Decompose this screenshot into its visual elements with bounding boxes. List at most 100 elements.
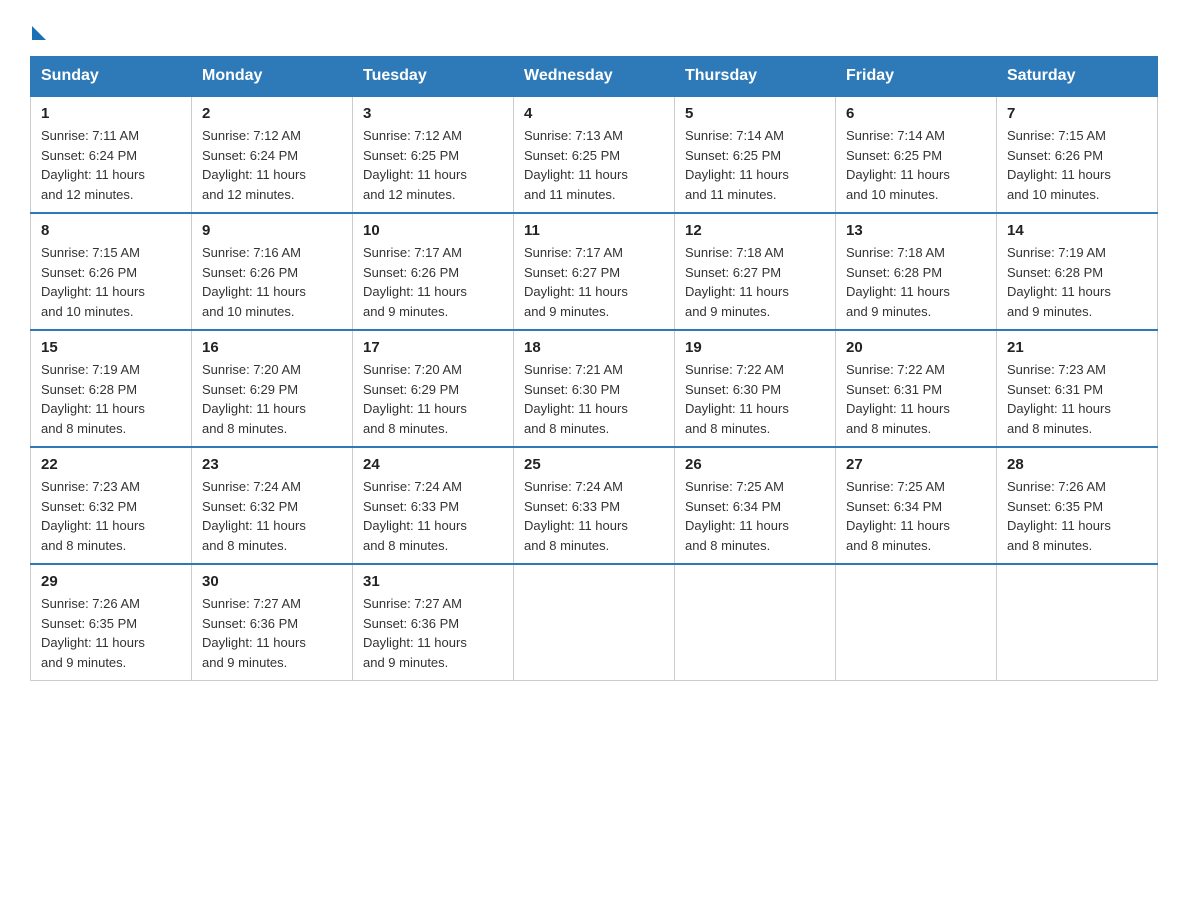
day-info: Sunrise: 7:20 AMSunset: 6:29 PMDaylight:… bbox=[363, 362, 467, 436]
day-cell: 14 Sunrise: 7:19 AMSunset: 6:28 PMDaylig… bbox=[997, 213, 1158, 330]
day-number: 31 bbox=[363, 573, 503, 590]
logo bbox=[30, 20, 46, 36]
day-info: Sunrise: 7:19 AMSunset: 6:28 PMDaylight:… bbox=[1007, 245, 1111, 319]
day-info: Sunrise: 7:14 AMSunset: 6:25 PMDaylight:… bbox=[685, 128, 789, 202]
day-cell bbox=[675, 564, 836, 681]
day-number: 2 bbox=[202, 105, 342, 122]
day-cell: 6 Sunrise: 7:14 AMSunset: 6:25 PMDayligh… bbox=[836, 96, 997, 213]
day-number: 17 bbox=[363, 339, 503, 356]
day-cell: 28 Sunrise: 7:26 AMSunset: 6:35 PMDaylig… bbox=[997, 447, 1158, 564]
week-row-1: 1 Sunrise: 7:11 AMSunset: 6:24 PMDayligh… bbox=[31, 96, 1158, 213]
day-info: Sunrise: 7:20 AMSunset: 6:29 PMDaylight:… bbox=[202, 362, 306, 436]
day-cell: 21 Sunrise: 7:23 AMSunset: 6:31 PMDaylig… bbox=[997, 330, 1158, 447]
day-cell: 31 Sunrise: 7:27 AMSunset: 6:36 PMDaylig… bbox=[353, 564, 514, 681]
day-number: 18 bbox=[524, 339, 664, 356]
day-number: 7 bbox=[1007, 105, 1147, 122]
day-number: 26 bbox=[685, 456, 825, 473]
week-row-2: 8 Sunrise: 7:15 AMSunset: 6:26 PMDayligh… bbox=[31, 213, 1158, 330]
day-number: 5 bbox=[685, 105, 825, 122]
day-info: Sunrise: 7:27 AMSunset: 6:36 PMDaylight:… bbox=[363, 596, 467, 670]
day-cell: 24 Sunrise: 7:24 AMSunset: 6:33 PMDaylig… bbox=[353, 447, 514, 564]
day-info: Sunrise: 7:26 AMSunset: 6:35 PMDaylight:… bbox=[41, 596, 145, 670]
day-cell: 25 Sunrise: 7:24 AMSunset: 6:33 PMDaylig… bbox=[514, 447, 675, 564]
day-cell: 7 Sunrise: 7:15 AMSunset: 6:26 PMDayligh… bbox=[997, 96, 1158, 213]
day-number: 19 bbox=[685, 339, 825, 356]
day-number: 20 bbox=[846, 339, 986, 356]
day-cell: 5 Sunrise: 7:14 AMSunset: 6:25 PMDayligh… bbox=[675, 96, 836, 213]
week-row-4: 22 Sunrise: 7:23 AMSunset: 6:32 PMDaylig… bbox=[31, 447, 1158, 564]
day-info: Sunrise: 7:13 AMSunset: 6:25 PMDaylight:… bbox=[524, 128, 628, 202]
day-number: 10 bbox=[363, 222, 503, 239]
day-number: 22 bbox=[41, 456, 181, 473]
day-info: Sunrise: 7:19 AMSunset: 6:28 PMDaylight:… bbox=[41, 362, 145, 436]
day-number: 11 bbox=[524, 222, 664, 239]
header-wednesday: Wednesday bbox=[514, 57, 675, 97]
day-cell bbox=[997, 564, 1158, 681]
day-cell: 13 Sunrise: 7:18 AMSunset: 6:28 PMDaylig… bbox=[836, 213, 997, 330]
day-number: 15 bbox=[41, 339, 181, 356]
day-cell: 1 Sunrise: 7:11 AMSunset: 6:24 PMDayligh… bbox=[31, 96, 192, 213]
day-info: Sunrise: 7:15 AMSunset: 6:26 PMDaylight:… bbox=[1007, 128, 1111, 202]
header-friday: Friday bbox=[836, 57, 997, 97]
day-cell: 10 Sunrise: 7:17 AMSunset: 6:26 PMDaylig… bbox=[353, 213, 514, 330]
day-number: 4 bbox=[524, 105, 664, 122]
day-cell: 3 Sunrise: 7:12 AMSunset: 6:25 PMDayligh… bbox=[353, 96, 514, 213]
day-info: Sunrise: 7:22 AMSunset: 6:31 PMDaylight:… bbox=[846, 362, 950, 436]
day-cell: 23 Sunrise: 7:24 AMSunset: 6:32 PMDaylig… bbox=[192, 447, 353, 564]
day-cell bbox=[514, 564, 675, 681]
day-cell: 20 Sunrise: 7:22 AMSunset: 6:31 PMDaylig… bbox=[836, 330, 997, 447]
day-number: 27 bbox=[846, 456, 986, 473]
page-header bbox=[30, 20, 1158, 36]
day-info: Sunrise: 7:18 AMSunset: 6:27 PMDaylight:… bbox=[685, 245, 789, 319]
day-info: Sunrise: 7:12 AMSunset: 6:25 PMDaylight:… bbox=[363, 128, 467, 202]
day-info: Sunrise: 7:15 AMSunset: 6:26 PMDaylight:… bbox=[41, 245, 145, 319]
day-info: Sunrise: 7:25 AMSunset: 6:34 PMDaylight:… bbox=[846, 479, 950, 553]
header-tuesday: Tuesday bbox=[353, 57, 514, 97]
day-cell: 17 Sunrise: 7:20 AMSunset: 6:29 PMDaylig… bbox=[353, 330, 514, 447]
day-number: 13 bbox=[846, 222, 986, 239]
day-number: 14 bbox=[1007, 222, 1147, 239]
day-cell: 19 Sunrise: 7:22 AMSunset: 6:30 PMDaylig… bbox=[675, 330, 836, 447]
day-cell: 2 Sunrise: 7:12 AMSunset: 6:24 PMDayligh… bbox=[192, 96, 353, 213]
day-number: 28 bbox=[1007, 456, 1147, 473]
day-cell bbox=[836, 564, 997, 681]
day-cell: 29 Sunrise: 7:26 AMSunset: 6:35 PMDaylig… bbox=[31, 564, 192, 681]
day-info: Sunrise: 7:17 AMSunset: 6:27 PMDaylight:… bbox=[524, 245, 628, 319]
day-number: 24 bbox=[363, 456, 503, 473]
day-info: Sunrise: 7:27 AMSunset: 6:36 PMDaylight:… bbox=[202, 596, 306, 670]
day-number: 16 bbox=[202, 339, 342, 356]
logo-arrow-icon bbox=[32, 26, 46, 40]
day-number: 12 bbox=[685, 222, 825, 239]
day-info: Sunrise: 7:18 AMSunset: 6:28 PMDaylight:… bbox=[846, 245, 950, 319]
day-number: 8 bbox=[41, 222, 181, 239]
day-cell: 16 Sunrise: 7:20 AMSunset: 6:29 PMDaylig… bbox=[192, 330, 353, 447]
day-info: Sunrise: 7:24 AMSunset: 6:33 PMDaylight:… bbox=[363, 479, 467, 553]
day-info: Sunrise: 7:23 AMSunset: 6:31 PMDaylight:… bbox=[1007, 362, 1111, 436]
header-thursday: Thursday bbox=[675, 57, 836, 97]
header-monday: Monday bbox=[192, 57, 353, 97]
day-number: 1 bbox=[41, 105, 181, 122]
day-info: Sunrise: 7:14 AMSunset: 6:25 PMDaylight:… bbox=[846, 128, 950, 202]
day-cell: 8 Sunrise: 7:15 AMSunset: 6:26 PMDayligh… bbox=[31, 213, 192, 330]
day-number: 3 bbox=[363, 105, 503, 122]
day-cell: 12 Sunrise: 7:18 AMSunset: 6:27 PMDaylig… bbox=[675, 213, 836, 330]
week-row-5: 29 Sunrise: 7:26 AMSunset: 6:35 PMDaylig… bbox=[31, 564, 1158, 681]
day-cell: 22 Sunrise: 7:23 AMSunset: 6:32 PMDaylig… bbox=[31, 447, 192, 564]
day-cell: 9 Sunrise: 7:16 AMSunset: 6:26 PMDayligh… bbox=[192, 213, 353, 330]
day-cell: 15 Sunrise: 7:19 AMSunset: 6:28 PMDaylig… bbox=[31, 330, 192, 447]
day-cell: 18 Sunrise: 7:21 AMSunset: 6:30 PMDaylig… bbox=[514, 330, 675, 447]
day-info: Sunrise: 7:17 AMSunset: 6:26 PMDaylight:… bbox=[363, 245, 467, 319]
calendar-table: SundayMondayTuesdayWednesdayThursdayFrid… bbox=[30, 56, 1158, 681]
day-cell: 30 Sunrise: 7:27 AMSunset: 6:36 PMDaylig… bbox=[192, 564, 353, 681]
day-info: Sunrise: 7:12 AMSunset: 6:24 PMDaylight:… bbox=[202, 128, 306, 202]
day-info: Sunrise: 7:26 AMSunset: 6:35 PMDaylight:… bbox=[1007, 479, 1111, 553]
day-info: Sunrise: 7:23 AMSunset: 6:32 PMDaylight:… bbox=[41, 479, 145, 553]
day-cell: 26 Sunrise: 7:25 AMSunset: 6:34 PMDaylig… bbox=[675, 447, 836, 564]
day-info: Sunrise: 7:25 AMSunset: 6:34 PMDaylight:… bbox=[685, 479, 789, 553]
day-info: Sunrise: 7:22 AMSunset: 6:30 PMDaylight:… bbox=[685, 362, 789, 436]
header-row: SundayMondayTuesdayWednesdayThursdayFrid… bbox=[31, 57, 1158, 97]
day-info: Sunrise: 7:11 AMSunset: 6:24 PMDaylight:… bbox=[41, 128, 145, 202]
day-cell: 4 Sunrise: 7:13 AMSunset: 6:25 PMDayligh… bbox=[514, 96, 675, 213]
header-sunday: Sunday bbox=[31, 57, 192, 97]
day-number: 29 bbox=[41, 573, 181, 590]
